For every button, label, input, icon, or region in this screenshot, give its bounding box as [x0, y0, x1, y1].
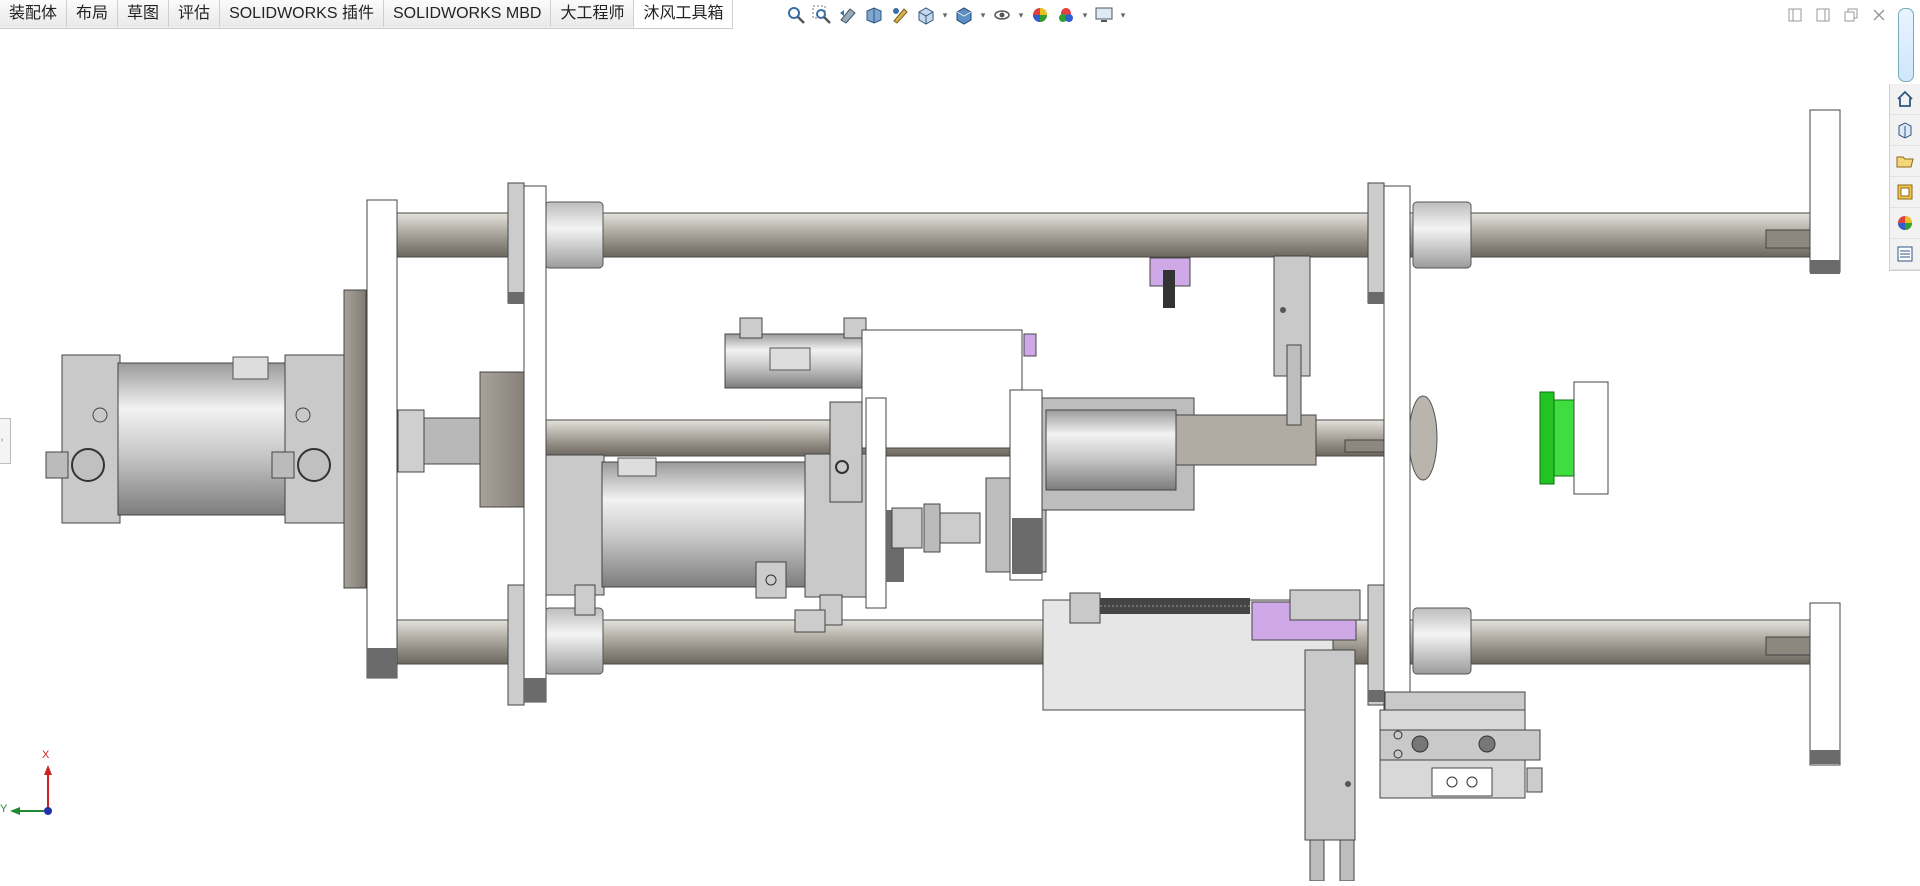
chevron-down-icon[interactable]: ▾ [940, 10, 950, 21]
zoom-to-fit-icon[interactable] [784, 4, 808, 26]
dynamic-annotation-icon[interactable] [888, 4, 912, 26]
custom-properties-icon[interactable] [1890, 239, 1920, 270]
zoom-to-area-icon[interactable] [810, 4, 834, 26]
chevron-down-icon[interactable]: ▾ [978, 10, 988, 21]
appearances-icon[interactable] [1890, 208, 1920, 239]
chevron-down-icon[interactable]: ▾ [1016, 10, 1026, 21]
section-view-icon[interactable] [862, 4, 886, 26]
tab-evaluate[interactable]: 评估 [169, 0, 221, 27]
tab-solidworks-mbd[interactable]: SOLIDWORKS MBD [383, 0, 552, 27]
rod-end-coupling [397, 371, 535, 508]
tile-right-icon[interactable] [1812, 6, 1834, 24]
coordinate-triad: X Y [0, 749, 60, 822]
triad-x-label: X [42, 749, 50, 761]
tab-solidworks-addins[interactable]: SOLIDWORKS 插件 [220, 0, 384, 27]
tab-layout[interactable]: 布局 [67, 0, 119, 27]
tile-left-icon[interactable] [1784, 6, 1806, 24]
restore-icon[interactable] [1840, 6, 1862, 24]
triad-y-label: Y [0, 803, 8, 815]
chevron-down-icon[interactable]: ▾ [1118, 10, 1128, 21]
design-library-icon[interactable] [1890, 115, 1920, 146]
left-end-plate [366, 199, 398, 679]
heads-up-view-toolbar: ▾ ▾ ▾ ▾ ▾ [784, 4, 1128, 26]
previous-view-icon[interactable] [836, 4, 860, 26]
tab-sketch[interactable]: 草图 [118, 0, 170, 27]
task-pane [1889, 84, 1920, 271]
edit-appearance-icon[interactable] [1028, 4, 1052, 26]
apply-scene-icon[interactable] [1054, 4, 1078, 26]
green-workpiece [1539, 381, 1609, 495]
right-end-plate-top [1809, 109, 1841, 273]
hide-show-items-icon[interactable] [990, 4, 1014, 26]
view-palette-icon[interactable] [1890, 177, 1920, 208]
view-orientation-icon[interactable] [914, 4, 938, 26]
graphics-area[interactable] [0, 30, 1880, 882]
taskpane-toggle-scroll[interactable] [1898, 8, 1914, 82]
tab-engineer[interactable]: 大工程师 [551, 0, 635, 27]
chevron-down-icon[interactable]: ▾ [1080, 10, 1090, 21]
file-explorer-icon[interactable] [1890, 146, 1920, 177]
main-air-cylinder [45, 289, 367, 589]
assembly-model [45, 109, 1841, 882]
display-style-icon[interactable] [952, 4, 976, 26]
sensor-bracket-top [1149, 257, 1191, 308]
tab-mufeng-toolbox[interactable]: 沐风工具箱 [634, 0, 734, 28]
guide-sleeve [1041, 397, 1317, 511]
valve-block [1379, 691, 1543, 799]
command-manager-tabs: 装配体 布局 草图 评估 SOLIDWORKS 插件 SOLIDWORKS MB… [0, 0, 734, 29]
vertical-bracket [1273, 255, 1311, 426]
view-settings-icon[interactable] [1092, 4, 1116, 26]
lower-vertical-guide [1304, 649, 1356, 882]
upper-guide-rod [391, 201, 1813, 269]
tab-assembly[interactable]: 装配体 [0, 0, 68, 27]
home-icon[interactable] [1890, 84, 1920, 115]
close-icon[interactable] [1868, 6, 1890, 24]
right-end-plate-bottom [1809, 602, 1841, 766]
